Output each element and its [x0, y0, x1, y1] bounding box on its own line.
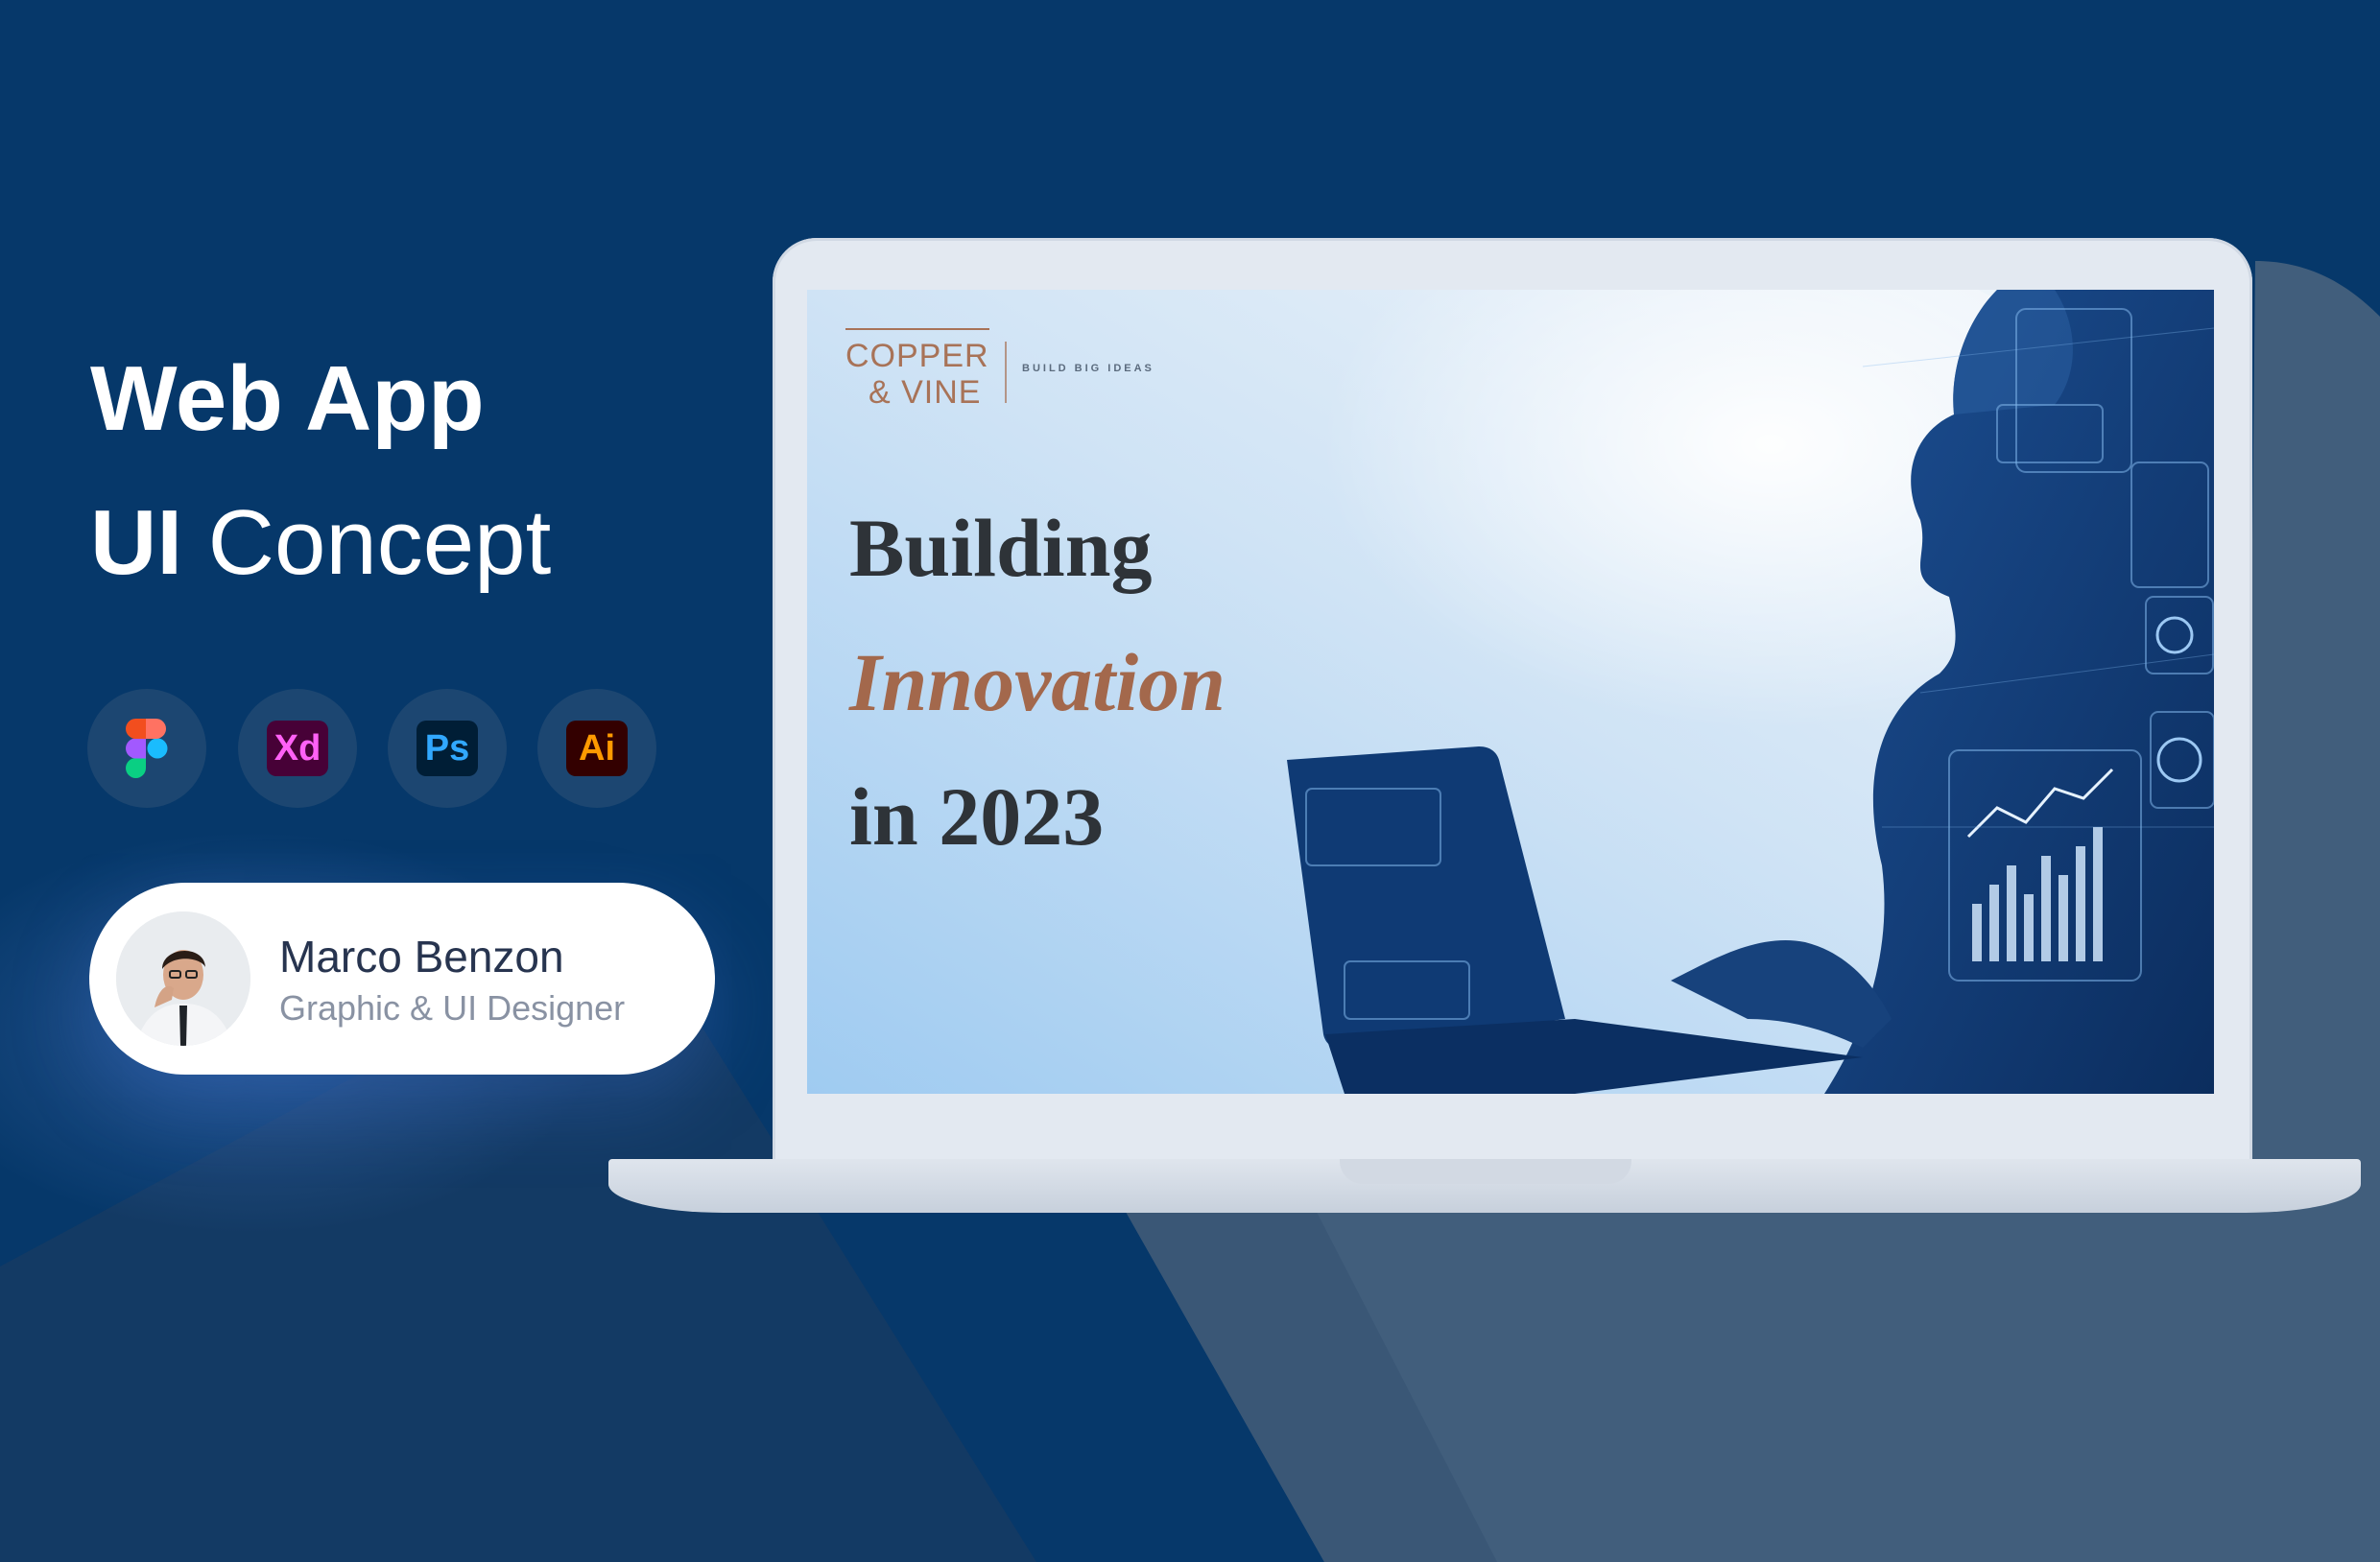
page-title-line-2: UI Concept: [90, 497, 551, 589]
xd-icon: Xd: [267, 721, 328, 776]
brand-tagline: BUILD BIG IDEAS: [1022, 363, 1154, 374]
figma-icon: [126, 719, 168, 778]
ai-tool-badge: Ai: [537, 689, 656, 808]
ai-icon: Ai: [566, 721, 628, 776]
laptop-screen: COPPER & VINE BUILD BIG IDEAS Building I…: [807, 290, 2214, 1094]
brand-rule: [845, 328, 989, 330]
brand-copper: COPPER: [845, 338, 989, 374]
avatar-portrait: [116, 911, 250, 1046]
hero-line-3: in 2023: [849, 770, 1105, 863]
page-title-line-1: Web App: [90, 347, 485, 450]
title-concept-word: Concept: [207, 491, 552, 594]
avatar: [116, 911, 250, 1046]
laptop-notch: [1340, 1159, 1631, 1184]
profile-role: Graphic & UI Designer: [279, 988, 626, 1028]
profile-name: Marco Benzon: [279, 932, 564, 982]
title-ui-word: UI: [90, 491, 182, 594]
brand-vine: & VINE: [869, 374, 982, 411]
ps-tool-badge: Ps: [388, 689, 507, 808]
figma-tool-badge: [87, 689, 206, 808]
xd-tool-badge: Xd: [238, 689, 357, 808]
brand-separator: [1005, 342, 1007, 403]
ps-icon: Ps: [416, 721, 478, 776]
hero-line-2: Innovation: [849, 636, 1226, 728]
hero-line-1: Building: [849, 502, 1153, 594]
profile-card: Marco Benzon Graphic & UI Designer: [89, 883, 715, 1075]
